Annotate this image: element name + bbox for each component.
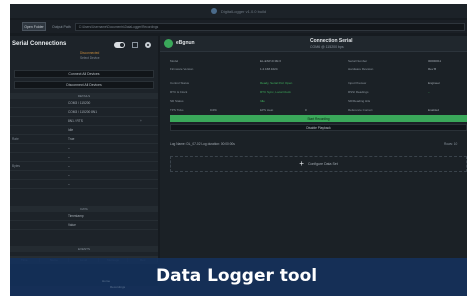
info-value: EL-ESP-D Mk II: [260, 59, 282, 63]
details-value: True: [68, 137, 75, 141]
open-folder-button[interactable]: Open Folder: [22, 22, 46, 31]
info-value: 1.2.168.1024: [260, 67, 278, 71]
status-label: TPS Ticks: [170, 108, 184, 112]
info-label: Serial Number: [348, 59, 368, 63]
details-value: COM3 / 115200: [68, 101, 91, 105]
status-value: Engineer: [428, 81, 441, 85]
details-value: –: [68, 173, 70, 177]
info-label: Firmware Version: [170, 67, 194, 71]
details-row: Rate True: [10, 135, 158, 144]
status-label: Control Status: [170, 81, 190, 85]
connection-toggle[interactable]: [114, 42, 125, 48]
details-row: –: [10, 144, 158, 153]
log-rows[interactable]: Rows: 10: [444, 142, 457, 146]
events-section-header: EVENTS: [10, 246, 158, 252]
page-frame: DigitalLogger v1.0.0 build Open Folder O…: [0, 0, 475, 299]
details-row: 8N1 / RTS +: [10, 117, 158, 126]
details-row: Idle: [10, 126, 158, 135]
status-dot-icon: [164, 39, 173, 48]
status-label: RTC & Clock: [170, 90, 188, 94]
data-row: Value: [10, 221, 158, 230]
log-name: Log Name: DL_07-02 Log duration: 00:00:0…: [170, 142, 235, 146]
configure-data-set-button[interactable]: + Configure Data Set: [170, 156, 467, 172]
window-title: DigitalLogger v1.0.0 build: [220, 8, 267, 14]
details-row: Bytes –: [10, 162, 158, 171]
configure-data-set-label: Configure Data Set: [307, 162, 338, 166]
details-row: –: [10, 171, 158, 180]
window-titlebar: DigitalLogger v1.0.0 build: [10, 4, 467, 18]
details-value: Idle: [68, 128, 74, 132]
info-row: Firmware Version 1.2.168.1024 Hardware R…: [160, 66, 467, 73]
banner-ghost-left: Home: [102, 279, 111, 283]
app-icon: [210, 8, 217, 14]
info-label: Model: [170, 59, 179, 63]
data-row: Timestamp: [10, 212, 158, 221]
details-row: –: [10, 153, 158, 162]
status-value: 0: [305, 108, 307, 112]
panel-toolbar: [114, 42, 151, 48]
status-label: SD/Reading Hits: [348, 99, 371, 103]
status-value: Ready, Serial Port Open: [260, 81, 293, 85]
data-row-label: Timestamp: [68, 214, 84, 218]
info-row: Model EL-ESP-D Mk II Serial Number 00000…: [160, 58, 467, 65]
log-info-row: Log Name: DL_07-02 Log duration: 00:00:0…: [170, 142, 467, 148]
details-key: Bytes: [12, 164, 20, 168]
info-value: 00000011: [428, 59, 442, 63]
device-detail-panel: eBgnun Connection Serial COM6 @ 115200 b…: [160, 36, 467, 296]
status-row: SD Status Idle SD/Reading Hits: [160, 98, 467, 105]
data-row-label: Value: [68, 223, 76, 227]
status-value: 0.0%: [210, 108, 217, 112]
status-label: Input Preview: [348, 81, 367, 85]
panel-title: Serial Connections: [12, 41, 67, 47]
details-value: –: [68, 155, 70, 159]
status-value: Enabled: [428, 108, 440, 112]
app-window: DigitalLogger v1.0.0 build Open Folder O…: [10, 4, 467, 296]
status-value: RTC Sync, Local Clock: [260, 90, 291, 94]
disable-playback-button[interactable]: Disable Playback: [170, 124, 467, 131]
details-value: 8N1 / RTS: [68, 119, 83, 123]
plus-icon: +: [299, 159, 304, 168]
output-path-field[interactable]: C:\Users\Username\Documents\DataLogger\R…: [74, 22, 465, 31]
device-header: eBgnun Connection Serial COM6 @ 115200 b…: [160, 36, 467, 52]
folder-icon[interactable]: [132, 42, 138, 48]
gear-icon[interactable]: [145, 42, 151, 48]
details-value: –: [68, 146, 70, 150]
details-row: –: [10, 180, 158, 189]
connect-all-button[interactable]: Connect All Devices: [14, 70, 154, 78]
caption-title: Data Logger tool: [156, 266, 318, 286]
details-value: –: [68, 164, 70, 168]
connection-status: Disconnected: [80, 51, 100, 55]
device-select[interactable]: Select Device: [80, 56, 100, 60]
status-label: RSSI Readings: [348, 90, 369, 94]
connection-subtitle: COM6 @ 115200 bps: [310, 45, 344, 49]
status-label: EPS Heat: [260, 108, 274, 112]
status-label: Reference Correct: [348, 108, 373, 112]
banner-ghost-right: Recordings: [110, 285, 126, 289]
details-key: Rate: [12, 137, 19, 141]
output-path-bar: Open Folder Output Path C:\Users\Usernam…: [10, 20, 467, 33]
serial-connections-panel: Serial Connections Disconnected Select D…: [10, 36, 158, 296]
status-row: TPS Ticks 0.0% EPS Heat 0 Reference Corr…: [160, 107, 467, 114]
details-extra[interactable]: +: [140, 119, 142, 123]
status-value: –: [428, 90, 430, 94]
details-value: COM3 / 115200 8N1: [68, 110, 97, 114]
status-label: SD Status: [170, 99, 184, 103]
connection-title: Connection Serial: [310, 38, 353, 44]
details-row: COM3 / 115200 8N1: [10, 108, 158, 117]
caption-banner: Home Recordings Data Logger tool: [10, 258, 467, 296]
output-path-label: Output Path: [52, 24, 71, 29]
disconnect-all-button[interactable]: Disconnect All Devices: [14, 81, 154, 89]
device-name: eBgnun: [176, 40, 195, 46]
info-value: Rev B: [428, 67, 437, 71]
status-value: Idle: [260, 99, 265, 103]
status-row: Control Status Ready, Serial Port Open I…: [160, 80, 467, 87]
start-recording-button[interactable]: Start Recording: [170, 115, 467, 122]
details-value: –: [68, 182, 70, 186]
details-row: COM3 / 115200: [10, 99, 158, 108]
status-row: RTC & Clock RTC Sync, Local Clock RSSI R…: [160, 89, 467, 96]
info-label: Hardware Revision: [348, 67, 374, 71]
